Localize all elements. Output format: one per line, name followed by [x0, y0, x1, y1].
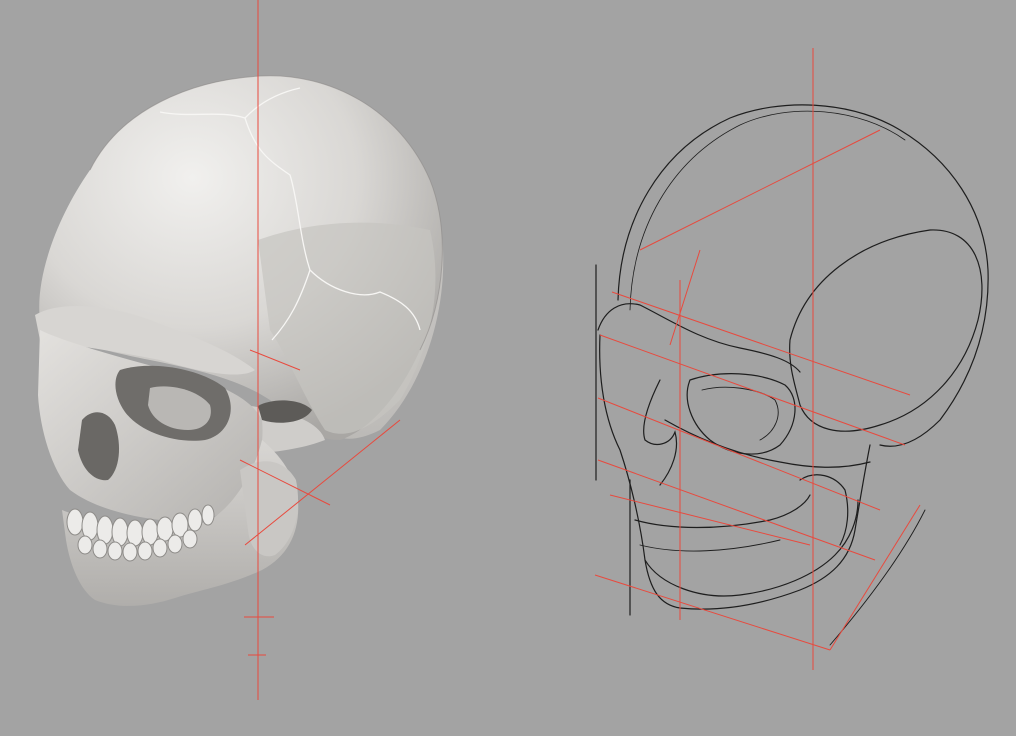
sketch-jaw	[644, 499, 859, 597]
sketch-nose	[643, 379, 678, 486]
sketch-cheekbone	[664, 419, 871, 468]
sketch-ramus	[799, 474, 849, 546]
right-guide-lines	[594, 48, 921, 670]
sketch-box-bottom	[829, 509, 926, 646]
illustration	[35, 0, 989, 700]
sketch-brow	[597, 303, 801, 373]
skull-sketch	[595, 104, 989, 646]
canvas	[0, 0, 1016, 736]
rendered-skull	[35, 75, 444, 606]
sketch-cranium-echo	[629, 110, 906, 311]
sketch-lower-teeth	[639, 539, 781, 552]
sketch-face	[599, 334, 871, 610]
